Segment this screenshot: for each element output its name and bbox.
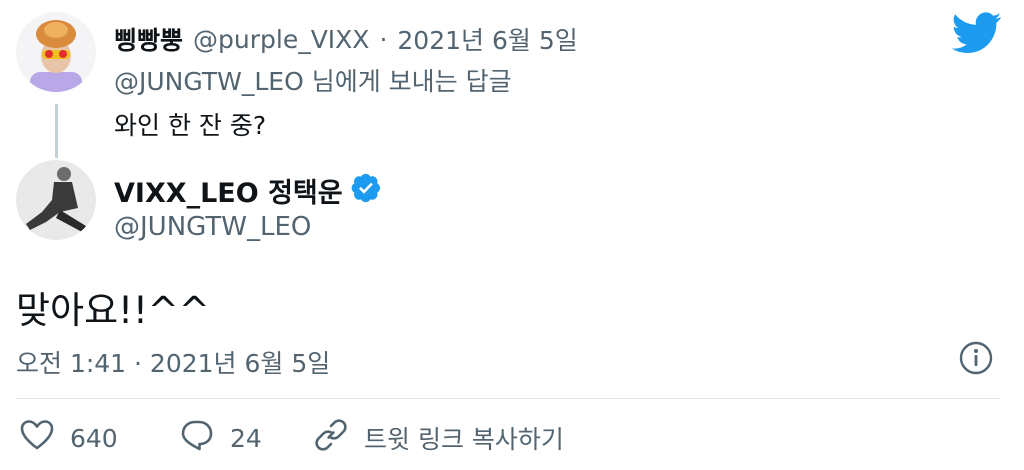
info-icon[interactable] — [958, 340, 994, 376]
twitter-bird-icon[interactable] — [951, 12, 1002, 54]
parent-avatar[interactable] — [16, 12, 96, 92]
replying-to-text[interactable]: @JUNGTW_LEO 님에게 보내는 답글 — [114, 62, 512, 98]
divider — [16, 398, 1000, 399]
like-count: 640 — [70, 423, 118, 453]
parent-handle[interactable]: @purple_VIXX — [193, 25, 369, 54]
copy-link-button[interactable]: 트윗 링크 복사하기 — [314, 418, 564, 458]
parent-separator: · — [379, 24, 388, 54]
speech-bubble-icon — [180, 419, 214, 457]
parent-display-name[interactable]: 삥빵뿡 — [114, 21, 183, 57]
author-avatar[interactable] — [16, 160, 96, 240]
tweet-timestamp[interactable]: 오전 1:41 · 2021년 6월 5일 — [16, 344, 330, 380]
reply-count: 24 — [230, 423, 262, 453]
like-button[interactable]: 640 — [20, 418, 118, 458]
parent-tweet-header: 삥빵뿡 @purple_VIXX · 2021년 6월 5일 — [114, 20, 578, 58]
author-handle[interactable]: @JUNGTW_LEO — [114, 212, 311, 242]
parent-date[interactable]: 2021년 6월 5일 — [397, 21, 577, 57]
thread-connector-line — [55, 104, 58, 158]
verified-badge-icon — [351, 173, 381, 207]
copy-link-label: 트윗 링크 복사하기 — [364, 425, 564, 454]
parent-tweet-text: 와인 한 잔 중? — [114, 111, 267, 140]
heart-icon — [20, 419, 54, 457]
tweet-text: 맞아요!!^^ — [16, 289, 210, 332]
reply-button[interactable]: 24 — [180, 418, 262, 458]
link-icon — [314, 418, 348, 458]
author-display-name[interactable]: VIXX_LEO 정택운 — [114, 171, 343, 210]
author-name-row: VIXX_LEO 정택운 — [114, 170, 381, 210]
